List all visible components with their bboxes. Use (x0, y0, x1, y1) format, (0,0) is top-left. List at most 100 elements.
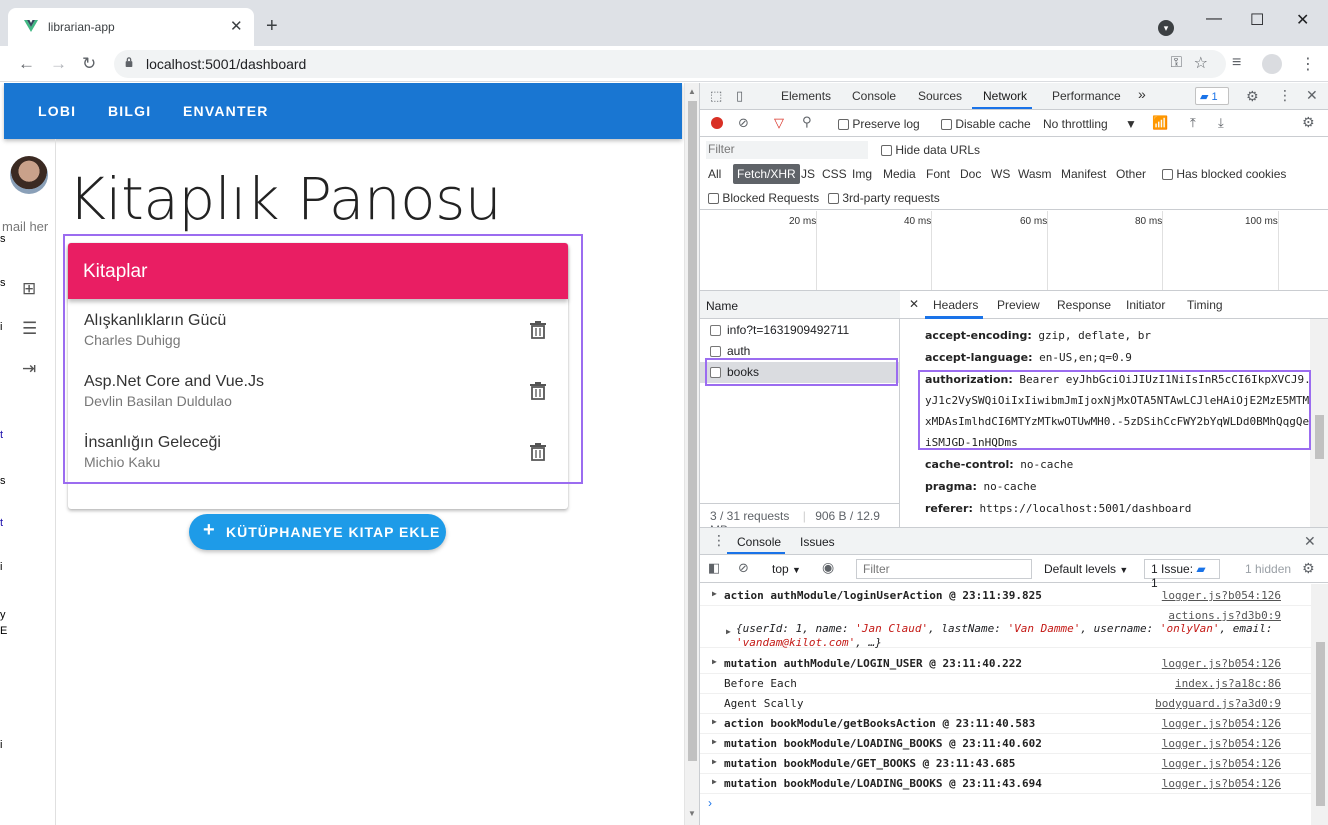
console-filter-input[interactable]: Filter (856, 559, 1032, 579)
console-scrollbar-thumb[interactable] (1316, 642, 1325, 806)
live-expression-eye-icon[interactable]: ◉ (822, 559, 834, 576)
log-source-link[interactable]: bodyguard.js?a3d0:9 (1155, 697, 1281, 710)
search-icon[interactable]: ⚲ (802, 114, 812, 130)
close-details-icon[interactable]: ✕ (909, 297, 919, 311)
type-filter-media[interactable]: Media (883, 167, 916, 181)
tab-network[interactable]: Network (983, 89, 1027, 103)
reload-icon[interactable]: ↻ (82, 54, 96, 74)
more-tabs-icon[interactable]: » (1138, 86, 1146, 102)
hide-data-urls-checkbox[interactable]: Hide data URLs (881, 143, 980, 157)
console-log-entry[interactable]: ▶ mutation bookModule/LOADING_BOOKS @ 23:… (700, 774, 1311, 794)
type-filter-doc[interactable]: Doc (960, 167, 981, 181)
bookmark-star-icon[interactable]: ☆ (1194, 53, 1208, 73)
type-filter-other[interactable]: Other (1116, 167, 1146, 181)
tab-timing[interactable]: Timing (1187, 298, 1223, 312)
add-book-button[interactable]: + KÜTÜPHANEYE KITAP EKLE (189, 514, 446, 550)
console-log-entry[interactable]: ▶ mutation bookModule/GET_BOOKS @ 23:11:4… (700, 754, 1311, 774)
import-har-icon[interactable]: ⤒ (1190, 115, 1196, 131)
type-filter-ws[interactable]: WS (991, 167, 1010, 181)
drawer-tab-issues[interactable]: Issues (800, 535, 835, 549)
name-column-header[interactable]: Name (706, 299, 738, 313)
page-scrollbar-thumb[interactable] (688, 101, 697, 761)
throttling-select[interactable]: No throttling ▼ (1043, 117, 1137, 131)
scroll-up-icon[interactable]: ▲ (688, 87, 696, 96)
log-source-link[interactable]: logger.js?b054:126 (1162, 757, 1281, 770)
tab-sources[interactable]: Sources (918, 89, 962, 103)
tab-headers[interactable]: Headers (933, 298, 978, 312)
page-scrollbar[interactable]: ▲ ▼ (684, 83, 699, 825)
clear-console-icon[interactable]: ⊘ (738, 560, 749, 576)
media-queue-icon[interactable]: ≡ (1232, 54, 1241, 72)
forward-arrow-icon[interactable]: → (50, 54, 67, 74)
close-devtools-icon[interactable]: ✕ (1306, 87, 1318, 104)
nav-envanter[interactable]: ENVANTER (183, 103, 269, 119)
close-drawer-icon[interactable]: ✕ (1304, 533, 1316, 550)
export-har-icon[interactable]: ⤓ (1218, 115, 1224, 131)
tab-performance[interactable]: Performance (1052, 89, 1121, 103)
details-scrollbar-thumb[interactable] (1315, 415, 1324, 459)
settings-gear-icon[interactable]: ⚙ (1246, 88, 1259, 105)
console-issues-button[interactable]: 1 Issue: ▰ 1 (1144, 559, 1220, 590)
network-conditions-icon[interactable]: 📶 (1152, 115, 1168, 131)
drawer-tab-console[interactable]: Console (737, 535, 781, 549)
log-source-link[interactable]: index.js?a18c:86 (1175, 677, 1281, 690)
console-log-entry[interactable]: ▶ action bookModule/getBooksAction @ 23:1… (700, 714, 1311, 734)
log-source-link[interactable]: logger.js?b054:126 (1162, 589, 1281, 602)
console-scrollbar[interactable] (1311, 584, 1328, 825)
blocked-requests-checkbox[interactable]: Blocked Requests (708, 191, 819, 205)
address-bar[interactable]: localhost:5001/dashboard ⚿ ☆ (114, 50, 1226, 78)
network-settings-icon[interactable]: ⚙ (1302, 114, 1315, 131)
logout-icon[interactable]: ⇥ (22, 359, 36, 379)
log-source-link[interactable]: logger.js?b054:126 (1162, 717, 1281, 730)
log-source-link[interactable]: logger.js?b054:126 (1162, 657, 1281, 670)
nav-lobi[interactable]: LOBI (38, 103, 76, 119)
drawer-menu-icon[interactable]: ⋮ (712, 532, 726, 549)
type-filter-fetch-xhr[interactable]: Fetch/XHR (733, 164, 800, 184)
console-log-entry[interactable]: ▶ mutation bookModule/LOADING_BOOKS @ 23:… (700, 734, 1311, 754)
log-source-link[interactable]: actions.js?d3b0:9 (1168, 609, 1281, 622)
tab-search-icon[interactable]: ▾ (1158, 20, 1174, 36)
type-filter-font[interactable]: Font (926, 167, 950, 181)
minimize-button[interactable]: — (1206, 10, 1222, 28)
type-filter-js[interactable]: JS (801, 167, 815, 181)
key-icon[interactable]: ⚿ (1171, 54, 1182, 71)
tab-preview[interactable]: Preview (997, 298, 1040, 312)
browser-menu-icon[interactable]: ⋮ (1300, 54, 1316, 74)
devtools-menu-icon[interactable]: ⋮ (1278, 87, 1292, 104)
console-prompt[interactable]: › (708, 796, 712, 810)
inspect-element-icon[interactable]: ⬚ (710, 88, 722, 104)
tab-console[interactable]: Console (852, 89, 896, 103)
context-select[interactable]: top ▼ (772, 562, 801, 576)
console-object-entry[interactable]: actions.js?d3b0:9 ▶ {userId: 1, name: 'J… (700, 608, 1311, 649)
type-filter-img[interactable]: Img (852, 167, 872, 181)
has-blocked-cookies-checkbox[interactable]: Has blocked cookies (1162, 167, 1286, 181)
type-filter-manifest[interactable]: Manifest (1061, 167, 1106, 181)
nav-bilgi[interactable]: BILGI (108, 103, 151, 119)
tab-initiator[interactable]: Initiator (1126, 298, 1165, 312)
disable-cache-checkbox[interactable]: Disable cache (941, 117, 1031, 131)
log-levels-select[interactable]: Default levels ▼ (1044, 562, 1128, 576)
tab-response[interactable]: Response (1057, 298, 1111, 312)
type-filter-css[interactable]: CSS (822, 167, 847, 181)
preserve-log-checkbox[interactable]: Preserve log (838, 117, 920, 131)
network-filter-input[interactable]: Filter (706, 141, 868, 159)
tab-elements[interactable]: Elements (781, 89, 831, 103)
scroll-down-icon[interactable]: ▼ (688, 809, 696, 818)
record-icon[interactable] (711, 117, 723, 129)
device-toolbar-icon[interactable]: ▯ (736, 88, 743, 104)
browser-tab[interactable]: librarian-app ✕ (8, 8, 254, 46)
type-filter-wasm[interactable]: Wasm (1018, 167, 1052, 181)
log-source-link[interactable]: logger.js?b054:126 (1162, 737, 1281, 750)
clear-icon[interactable]: ⊘ (738, 115, 749, 131)
issues-badge[interactable]: ▰ 1 (1195, 87, 1229, 105)
close-window-button[interactable]: ✕ (1296, 10, 1309, 30)
profile-avatar-icon[interactable] (1262, 54, 1282, 74)
new-tab-button[interactable]: + (266, 16, 278, 36)
filter-funnel-icon[interactable]: ▽ (774, 115, 784, 131)
console-log-entry[interactable]: ▶ mutation authModule/LOGIN_USER @ 23:11:… (700, 654, 1311, 674)
type-filter-all[interactable]: All (708, 167, 721, 181)
list-icon[interactable]: ☰ (22, 319, 37, 339)
third-party-checkbox[interactable]: 3rd-party requests (828, 191, 940, 205)
sidebar-toggle-icon[interactable]: ◧ (708, 560, 720, 576)
console-log-entry[interactable]: ▶ action authModule/loginUserAction @ 23:… (700, 586, 1311, 606)
